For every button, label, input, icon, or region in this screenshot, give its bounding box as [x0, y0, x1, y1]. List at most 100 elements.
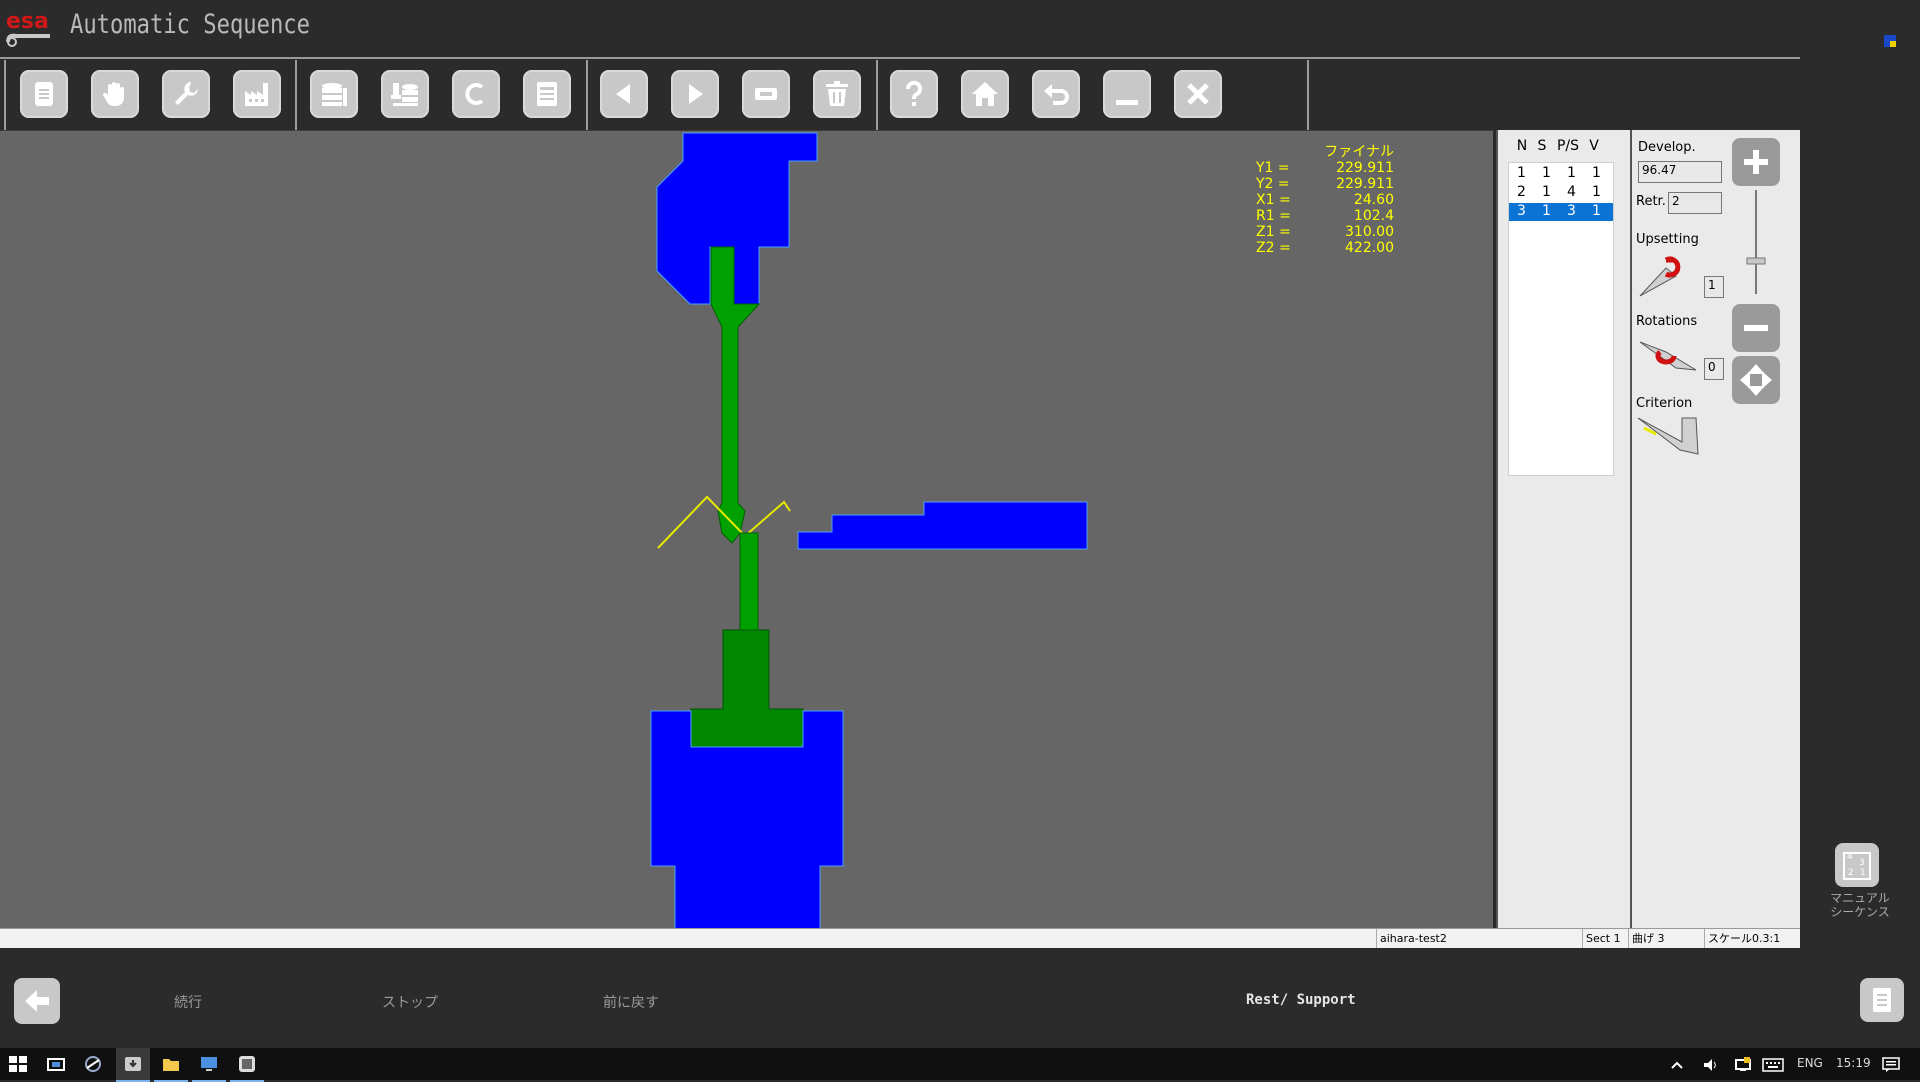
zoom-slider[interactable]: [1744, 190, 1768, 294]
manual-hand-button[interactable]: [91, 70, 139, 118]
back-button[interactable]: [14, 978, 60, 1024]
rest-support-command[interactable]: Rest/ Support: [1246, 992, 1356, 1008]
next-button[interactable]: [671, 70, 719, 118]
folder-icon: [163, 1059, 179, 1071]
esa-app-icon: [239, 1056, 255, 1072]
retr-field[interactable]: 2: [1668, 192, 1722, 214]
criterion-label: Criterion: [1636, 396, 1693, 411]
toolbar-separator: [586, 60, 588, 130]
sequence-row[interactable]: 1111: [1509, 165, 1613, 183]
previous-button[interactable]: [600, 70, 648, 118]
plus-icon: [1744, 150, 1768, 174]
sequence-list[interactable]: 1111 2141 3131: [1508, 162, 1614, 476]
database-tool-button[interactable]: [381, 70, 429, 118]
chevron-up-icon[interactable]: [1670, 1058, 1684, 1072]
help-icon: [906, 80, 922, 106]
taskbar-explorer[interactable]: [154, 1048, 188, 1082]
options-panel: Develop. 96.47 Retr. 2 Upsetting 1 Rotat…: [1630, 130, 1802, 928]
position-readout: ファイナル Y1 = 229.911 Y2 = 229.911 X1 = 24.60 …: [1256, 144, 1394, 256]
factory-icon: [245, 83, 268, 106]
criterion-icon[interactable]: [1636, 414, 1700, 464]
language-indicator[interactable]: ENG: [1797, 1056, 1823, 1070]
readout-row: R1 = 102.4: [1256, 208, 1394, 224]
pan-button[interactable]: [1732, 356, 1780, 404]
stop-command[interactable]: ストップ: [382, 992, 438, 1012]
status-scale: スケール0.3:1: [1704, 929, 1798, 949]
bend-simulation-canvas[interactable]: ファイナル Y1 = 229.911 Y2 = 229.911 X1 = 24.60 …: [0, 130, 1493, 929]
database-tool-icon: [391, 83, 418, 106]
upsetting-label: Upsetting: [1636, 232, 1699, 247]
upper-tool-holder: [656, 132, 818, 305]
col-s: S: [1537, 138, 1547, 154]
upsetting-value[interactable]: 1: [1704, 276, 1724, 298]
keyboard-icon[interactable]: [1762, 1058, 1784, 1072]
develop-label: Develop.: [1638, 140, 1696, 155]
zoom-out-button[interactable]: [1732, 304, 1780, 352]
help-button[interactable]: [890, 70, 938, 118]
download-app-icon: [125, 1057, 141, 1071]
upsetting-icon[interactable]: [1636, 250, 1700, 300]
readout-row: X1 = 24.60: [1256, 192, 1394, 208]
arrow-left-icon: [616, 84, 630, 104]
minus-icon: [1744, 325, 1768, 331]
status-section: Sect 1: [1582, 929, 1628, 949]
notes-button[interactable]: [1860, 978, 1904, 1022]
svg-text:2: 2: [1848, 868, 1854, 878]
taskbar: [0, 1048, 1920, 1080]
c-button[interactable]: [452, 70, 500, 118]
task-view-icon[interactable]: [46, 1054, 66, 1074]
close-button[interactable]: [1174, 70, 1222, 118]
zoom-in-button[interactable]: [1732, 138, 1780, 186]
notifications-icon[interactable]: [1882, 1057, 1900, 1073]
minus-rect-icon: [755, 88, 777, 100]
document-button[interactable]: [20, 70, 68, 118]
app-title: Automatic Sequence: [70, 9, 310, 40]
readout-title: ファイナル: [1324, 144, 1394, 160]
app-tray-icon[interactable]: [1883, 34, 1897, 48]
printer-icon: [537, 82, 557, 106]
remove-step-button[interactable]: [742, 70, 790, 118]
windows-start-icon[interactable]: [8, 1054, 28, 1074]
sequence-row[interactable]: 2141: [1509, 184, 1613, 202]
toolbar-separator: [4, 60, 6, 130]
readout-row: Y1 = 229.911: [1256, 160, 1394, 176]
step-back-command[interactable]: 前に戻す: [603, 992, 659, 1012]
svg-text:1: 1: [1860, 868, 1866, 878]
develop-field[interactable]: 96.47: [1638, 161, 1722, 183]
taskbar-remote[interactable]: [192, 1048, 226, 1082]
arrow-right-icon: [689, 84, 703, 104]
monitor-icon: [201, 1057, 217, 1071]
continue-command[interactable]: 続行: [174, 992, 202, 1012]
minimize-icon: [1116, 100, 1138, 105]
title-bar: esa Automatic Sequence: [0, 0, 1920, 58]
app-launcher-icon[interactable]: [83, 1054, 103, 1074]
undo-button[interactable]: [1032, 70, 1080, 118]
sequence-row-selected[interactable]: 3131: [1509, 203, 1613, 221]
taskbar-active-app[interactable]: [116, 1048, 150, 1082]
rotations-icon[interactable]: [1636, 332, 1700, 382]
tools-button[interactable]: [162, 70, 210, 118]
manual-sequence-button[interactable]: 4 3 2 1: [1835, 843, 1879, 887]
print-button[interactable]: [523, 70, 571, 118]
minimize-button[interactable]: [1103, 70, 1151, 118]
network-icon[interactable]: [1734, 1056, 1752, 1074]
taskbar-esa[interactable]: [230, 1048, 264, 1082]
close-icon: [1187, 83, 1209, 105]
pan-arrows-icon: [1740, 364, 1772, 396]
rotations-value[interactable]: 0: [1704, 358, 1724, 380]
col-v: V: [1589, 138, 1599, 154]
delete-button[interactable]: [813, 70, 861, 118]
readout-row: Z1 = 310.00: [1256, 224, 1394, 240]
volume-icon[interactable]: [1702, 1056, 1720, 1074]
esa-logo: esa: [6, 9, 50, 47]
wrench-icon: [175, 82, 198, 105]
home-button[interactable]: [961, 70, 1009, 118]
database-list-button[interactable]: [310, 70, 358, 118]
factory-button[interactable]: [233, 70, 281, 118]
clock[interactable]: 15:19: [1836, 1056, 1871, 1070]
backgauge: [797, 501, 1088, 550]
svg-text:3: 3: [1859, 858, 1865, 868]
back-arrow-icon: [25, 990, 49, 1012]
die: [690, 629, 804, 748]
status-bar: aihara-test2 Sect 1 曲げ 3 スケール0.3:1: [0, 928, 1800, 949]
